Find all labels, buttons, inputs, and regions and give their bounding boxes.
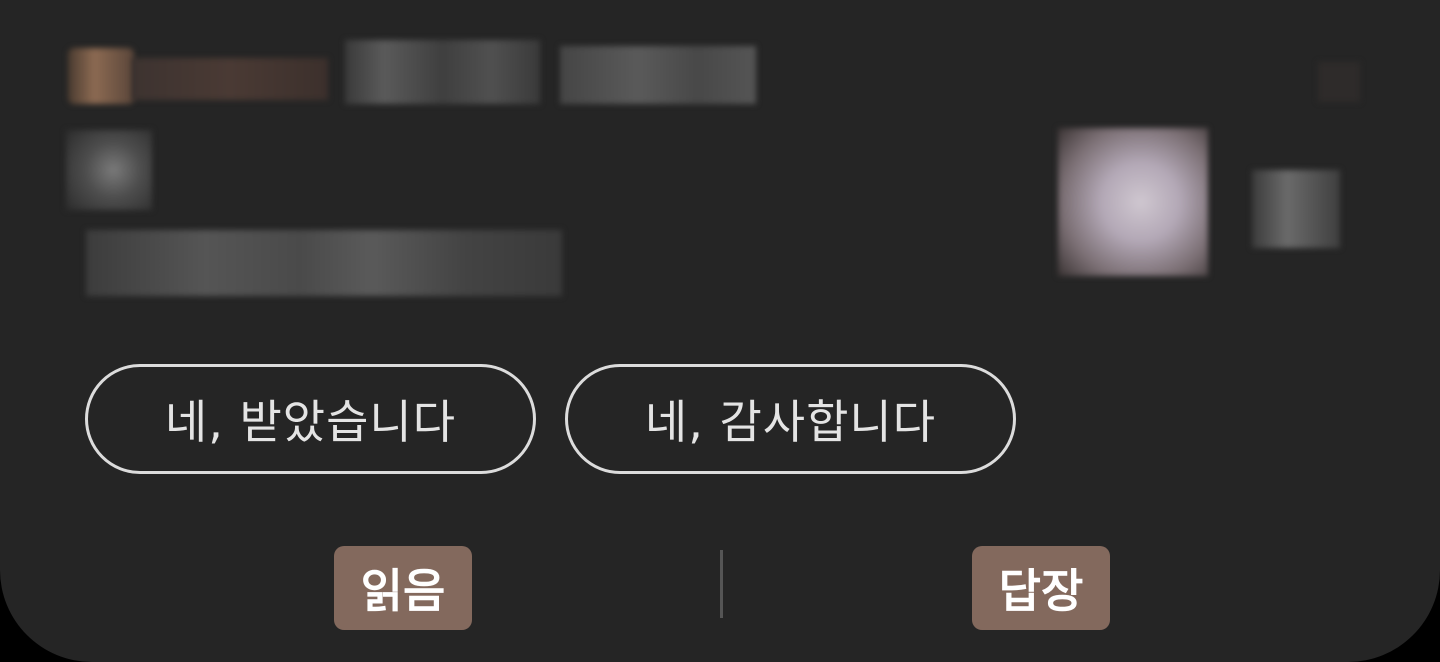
redacted-sender-name — [132, 58, 328, 100]
notification-card: 네, 받았습니다 네, 감사합니다 읽음 답장 — [0, 0, 1440, 662]
action-divider — [720, 550, 723, 618]
redacted-timestamp — [560, 46, 756, 104]
mark-read-button[interactable]: 읽음 — [334, 546, 472, 630]
reply-button[interactable]: 답장 — [972, 546, 1110, 630]
redacted-sender-detail — [345, 40, 540, 104]
mark-read-label: 읽음 — [360, 564, 446, 618]
quick-reply-received-button[interactable]: 네, 받았습니다 — [85, 364, 536, 474]
quick-reply-label: 네, 감사합니다 — [644, 395, 937, 449]
quick-reply-label: 네, 받았습니다 — [164, 395, 457, 449]
reply-label: 답장 — [998, 564, 1084, 618]
redacted-badge — [1252, 170, 1340, 248]
avatar — [1058, 128, 1208, 276]
app-icon — [68, 48, 134, 104]
expand-icon[interactable] — [1318, 62, 1360, 102]
quick-reply-thanks-button[interactable]: 네, 감사합니다 — [565, 364, 1016, 474]
redacted-title — [66, 130, 152, 210]
redacted-message-text — [86, 230, 562, 296]
